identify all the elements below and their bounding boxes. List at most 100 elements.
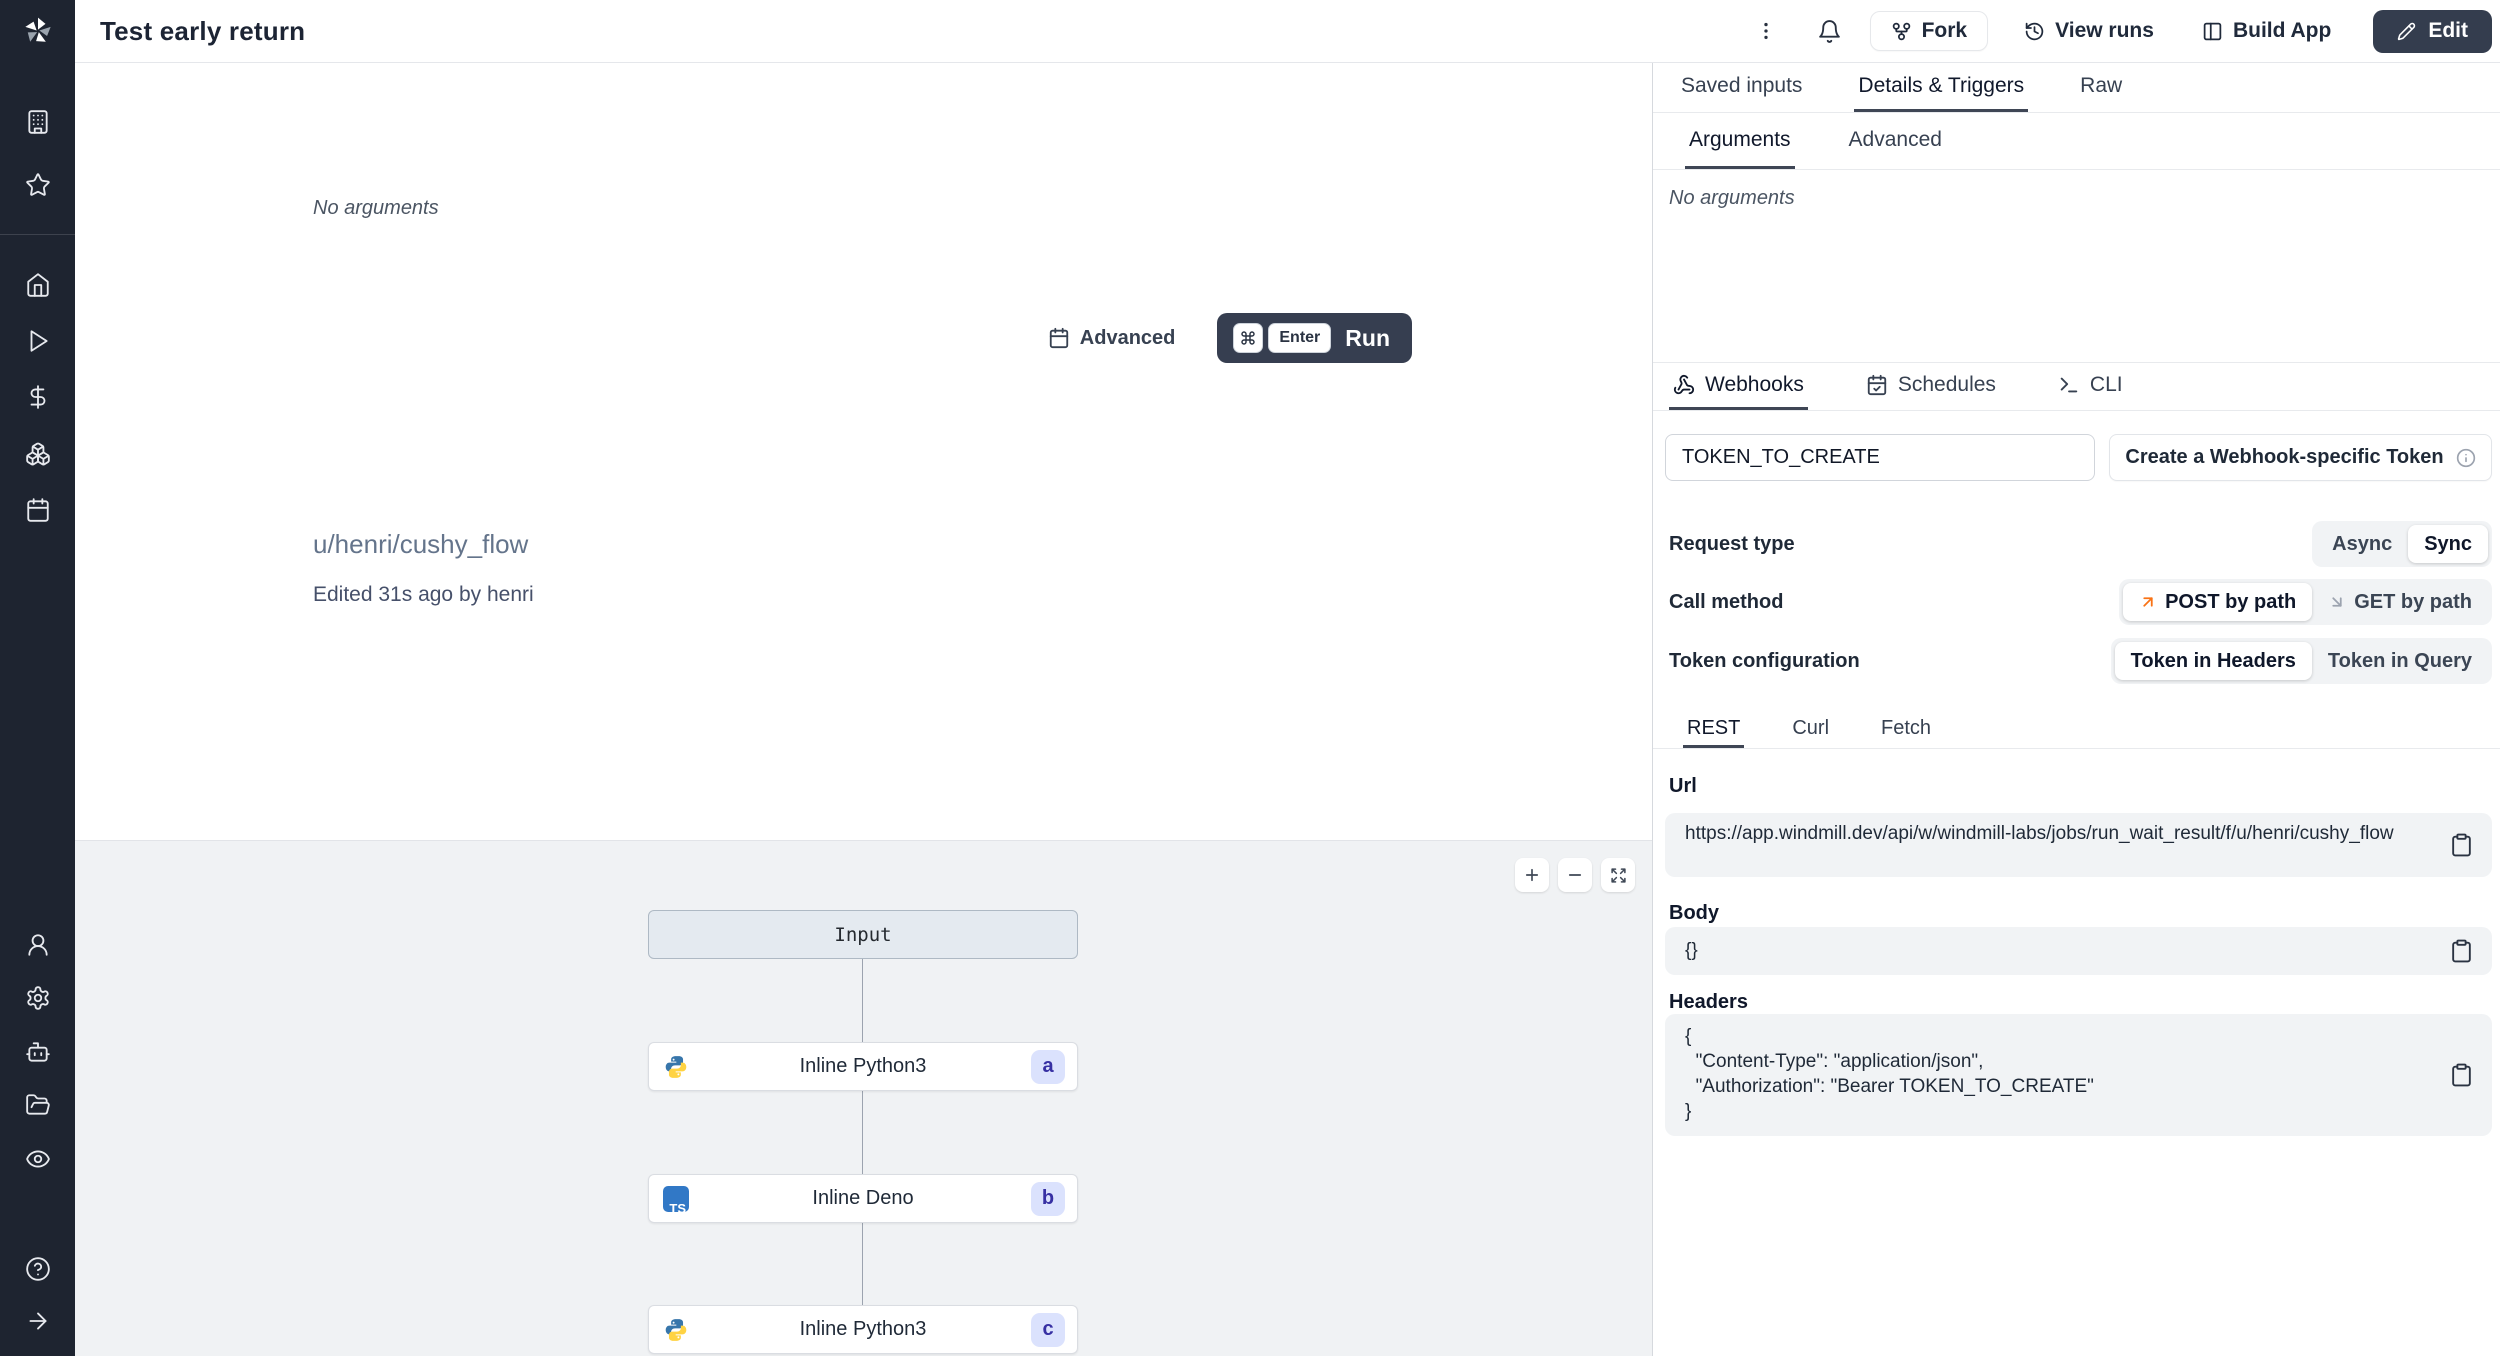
git-fork-icon xyxy=(1891,21,1912,42)
token-in-headers-option[interactable]: Token in Headers xyxy=(2114,642,2312,680)
edit-button[interactable]: Edit xyxy=(2373,9,2492,53)
fork-label: Fork xyxy=(1921,19,1968,42)
node-label: Inline Python3 xyxy=(799,1318,927,1340)
kebab-menu-icon[interactable] xyxy=(1755,20,1777,42)
flow-node-a[interactable]: Inline Python3 a xyxy=(648,1042,1078,1091)
headers-label: Headers xyxy=(1669,991,1748,1013)
cmd-keycap xyxy=(1233,323,1264,353)
arrow-right-icon[interactable] xyxy=(25,1308,51,1334)
url-box: https://app.windmill.dev/api/w/windmill-… xyxy=(1665,813,2492,877)
url-value: https://app.windmill.dev/api/w/windmill-… xyxy=(1685,823,2394,844)
run-button[interactable]: Enter Run xyxy=(1217,313,1412,363)
terminal-icon xyxy=(2058,374,2080,396)
star-icon[interactable] xyxy=(25,172,51,198)
user-icon[interactable] xyxy=(25,932,51,958)
call-method-row: Call method POST by path GET by path xyxy=(1669,579,2492,625)
advanced-button[interactable]: Advanced xyxy=(1048,326,1176,350)
token-in-query-option[interactable]: Token in Query xyxy=(2312,642,2488,680)
settings-gear-icon[interactable] xyxy=(25,985,51,1011)
advanced-label: Advanced xyxy=(1079,326,1176,349)
panel-tabs: Saved inputs Details & Triggers Raw xyxy=(1653,63,2500,113)
boxes-icon[interactable] xyxy=(25,441,51,467)
node-badge: a xyxy=(1031,1049,1065,1084)
tab-rest[interactable]: REST xyxy=(1683,711,1745,748)
eye-icon[interactable] xyxy=(25,1146,51,1172)
tab-raw[interactable]: Raw xyxy=(2076,63,2126,112)
token-row: Create a Webhook-specific Token xyxy=(1665,434,2492,481)
headers-box: { "Content-Type": "application/json", "A… xyxy=(1665,1014,2492,1136)
windmill-logo-icon[interactable] xyxy=(21,14,55,48)
flow-edge xyxy=(862,959,863,1042)
home-icon[interactable] xyxy=(25,272,51,298)
clipboard-icon xyxy=(2452,939,2471,963)
play-icon[interactable] xyxy=(25,328,51,354)
windmill-app: Test early return Fork View runs Build A… xyxy=(0,0,2500,1356)
post-by-path-option[interactable]: POST by path xyxy=(2123,583,2313,621)
tab-cli[interactable]: CLI xyxy=(2054,363,2127,410)
node-label: Inline Deno xyxy=(812,1187,914,1209)
topbar-actions: Fork View runs Build App Edit xyxy=(1755,9,2492,53)
zoom-in-button[interactable] xyxy=(1515,858,1549,892)
fullscreen-expand-button[interactable] xyxy=(1601,858,1635,892)
body-value: {} xyxy=(1685,940,1698,961)
help-circle-icon[interactable] xyxy=(25,1256,51,1282)
tab-details-triggers[interactable]: Details & Triggers xyxy=(1854,63,2029,112)
pencil-icon xyxy=(2397,22,2416,41)
bot-icon[interactable] xyxy=(25,1039,51,1065)
build-app-label: Build App xyxy=(2232,19,2332,42)
flow-node-input[interactable]: Input xyxy=(648,910,1078,959)
run-label: Run xyxy=(1345,324,1390,351)
building-icon[interactable] xyxy=(25,109,51,135)
bell-icon[interactable] xyxy=(1817,19,1842,44)
tab-curl[interactable]: Curl xyxy=(1788,711,1833,748)
tab-schedules[interactable]: Schedules xyxy=(1862,363,2000,410)
request-type-label: Request type xyxy=(1669,532,1795,555)
copy-url-button[interactable] xyxy=(2449,833,2474,858)
topbar: Test early return Fork View runs Build A… xyxy=(75,0,2500,63)
tab-saved-inputs[interactable]: Saved inputs xyxy=(1677,63,1806,112)
copy-body-button[interactable] xyxy=(2449,939,2474,964)
view-runs-label: View runs xyxy=(2055,19,2154,42)
token-input[interactable] xyxy=(1665,434,2095,481)
calendar-icon[interactable] xyxy=(25,497,51,523)
tab-advanced[interactable]: Advanced xyxy=(1845,113,1946,169)
tab-fetch[interactable]: Fetch xyxy=(1877,711,1935,748)
node-label: Inline Python3 xyxy=(799,1055,927,1077)
input-node-label: Input xyxy=(834,923,892,946)
copy-headers-button[interactable] xyxy=(2449,1063,2474,1088)
panel-no-arguments-text: No arguments xyxy=(1669,187,1795,209)
sidebar xyxy=(0,0,75,1356)
sync-option[interactable]: Sync xyxy=(2408,525,2488,563)
folder-open-icon[interactable] xyxy=(25,1092,51,1118)
arrow-up-right-icon xyxy=(2139,593,2157,611)
body-box: {} xyxy=(1665,927,2492,975)
tab-arguments[interactable]: Arguments xyxy=(1685,113,1795,169)
panel-subtabs: Arguments Advanced xyxy=(1653,113,2500,170)
tab-webhooks[interactable]: Webhooks xyxy=(1669,363,1808,410)
edit-label: Edit xyxy=(2428,19,2468,42)
fork-button[interactable]: Fork xyxy=(1869,11,1989,51)
flow-node-c[interactable]: Inline Python3 c xyxy=(648,1305,1078,1354)
body-label: Body xyxy=(1669,902,1719,924)
schedules-label: Schedules xyxy=(1897,373,1996,396)
zoom-out-button[interactable] xyxy=(1558,858,1592,892)
async-option[interactable]: Async xyxy=(2316,525,2408,563)
flow-edge xyxy=(862,1091,863,1174)
view-runs-button[interactable]: View runs xyxy=(2018,19,2160,43)
edited-info: Edited 31s ago by henri xyxy=(313,583,534,606)
enter-keycap: Enter xyxy=(1268,323,1332,353)
dollar-sign-icon[interactable] xyxy=(25,384,51,410)
node-badge: c xyxy=(1031,1312,1065,1347)
clipboard-icon xyxy=(2452,1063,2471,1087)
create-webhook-token-button[interactable]: Create a Webhook-specific Token xyxy=(2109,434,2492,481)
flow-node-b[interactable]: TS Inline Deno b xyxy=(648,1174,1078,1223)
flow-graph: Input Inline Python3 a TS Inline Deno b xyxy=(75,840,1652,1356)
url-label: Url xyxy=(1669,775,1697,797)
flow-path: u/henri/cushy_flow xyxy=(313,529,529,559)
run-row: Advanced Enter Run xyxy=(1048,313,1412,363)
calendar-icon xyxy=(1048,327,1070,349)
build-app-button[interactable]: Build App xyxy=(2195,19,2338,43)
get-by-path-option[interactable]: GET by path xyxy=(2312,583,2488,621)
headers-value: { "Content-Type": "application/json", "A… xyxy=(1685,1026,2094,1122)
create-token-label: Create a Webhook-specific Token xyxy=(2125,446,2444,468)
